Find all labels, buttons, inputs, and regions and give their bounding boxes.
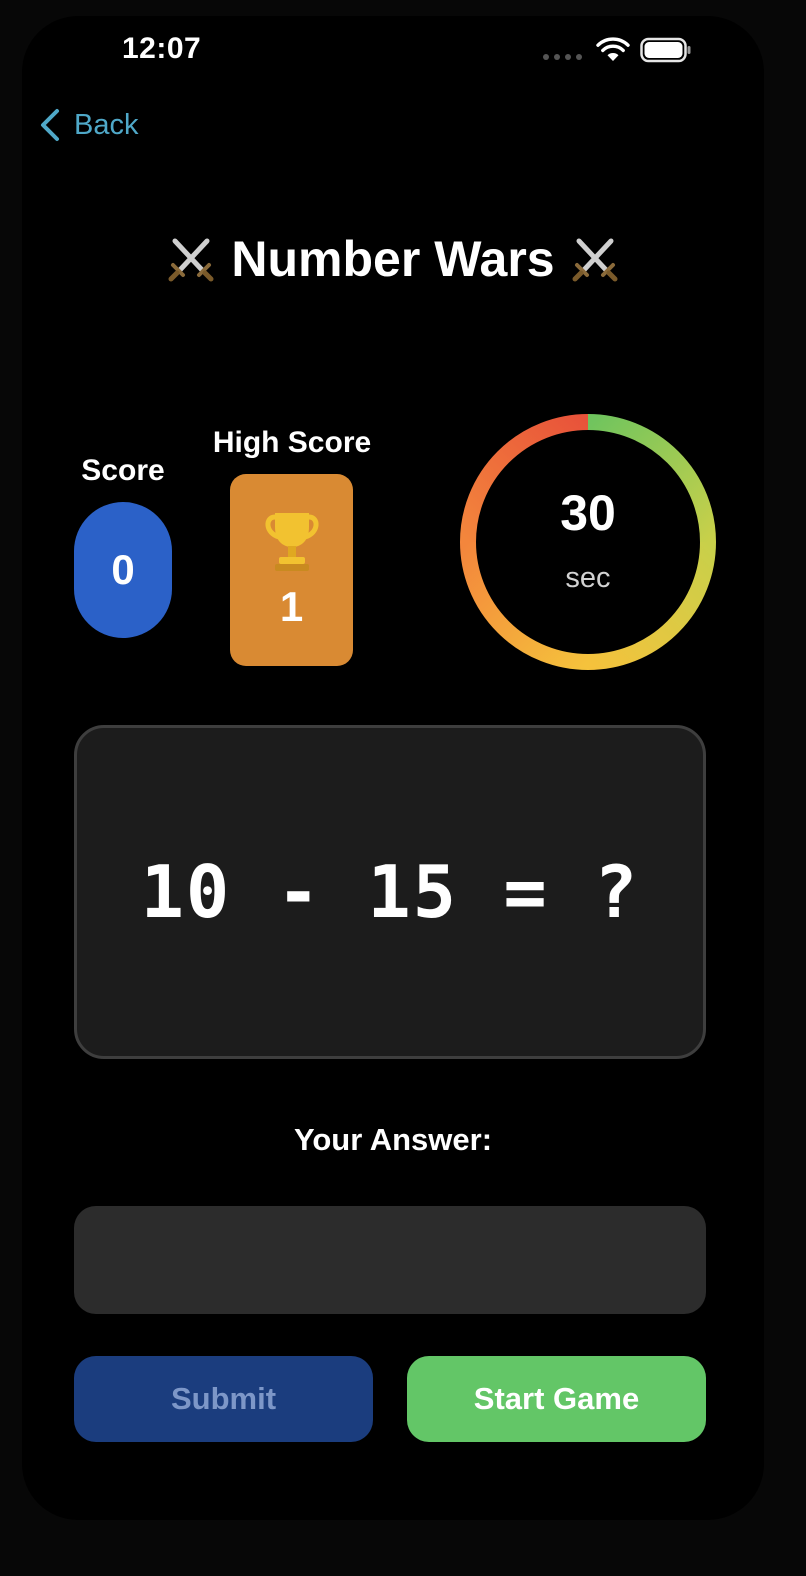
back-button[interactable]: Back (40, 108, 138, 142)
score-value: 0 (111, 546, 135, 593)
timer-ring-segment (460, 541, 589, 670)
page-title: Number Wars (22, 230, 764, 288)
timer-value: 30 (560, 485, 616, 541)
high-score-badge: 1 (230, 474, 353, 666)
timer-ring-segment (587, 541, 716, 670)
chevron-left-icon (41, 109, 59, 141)
answer-input[interactable] (74, 1206, 706, 1314)
answer-label: Your Answer: (293, 1122, 493, 1157)
status-icons (543, 37, 692, 63)
score-badge: 0 (74, 502, 172, 638)
trophy-icon (265, 513, 318, 571)
status-time: 12:07 (122, 32, 202, 65)
wifi-icon (596, 37, 630, 61)
start-game-button[interactable]: Start Game (407, 1356, 706, 1442)
crossed-swords-icon (168, 238, 214, 282)
countdown-timer-ring (460, 414, 716, 670)
high-score-value: 1 (279, 583, 304, 630)
back-label: Back (74, 108, 139, 141)
score-label: Score (81, 454, 165, 487)
timer-unit: sec (565, 562, 611, 594)
battery-icon (640, 37, 691, 63)
submit-button[interactable]: Submit (74, 1356, 373, 1442)
question-text: 10 - 15 = ? (140, 850, 640, 934)
question-card: 10 - 15 = ? (74, 725, 706, 1059)
crossed-swords-icon (572, 238, 618, 282)
cellular-signal-icon (543, 54, 582, 60)
high-score-label: High Score (212, 426, 372, 459)
title-text: Number Wars (231, 231, 555, 287)
app-screen: 12:07 Back Number Wars Score 0 High Scor… (22, 16, 764, 1520)
